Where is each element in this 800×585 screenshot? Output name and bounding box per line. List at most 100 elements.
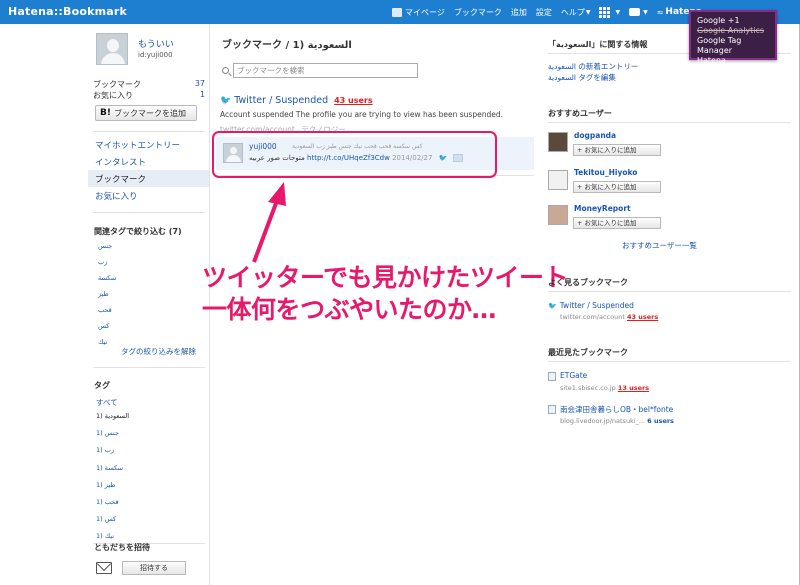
avatar[interactable] xyxy=(548,132,568,152)
divider xyxy=(548,361,791,362)
recent-bookmark-title[interactable]: ETGate xyxy=(560,371,587,380)
clear-tag-filter-link[interactable]: タグの絞り込みを解除 xyxy=(121,346,196,357)
avatar[interactable] xyxy=(548,205,568,225)
search-input[interactable] xyxy=(233,63,418,78)
dropdown-item-hatena[interactable]: Hatena xyxy=(697,56,769,66)
tags-heading: タグ xyxy=(94,381,110,390)
chevron-down-icon: ▼ xyxy=(615,8,621,16)
extension-dropdown: Google +1 Google Analytics Google Tag Ma… xyxy=(689,10,777,65)
notification-button[interactable]: ▼ xyxy=(629,8,648,16)
comment-tags[interactable]: كس سكسة قحب قحب نيك جنس طيز زب السعودية xyxy=(292,143,423,150)
add-favorite-button[interactable]: + お気に入りに追加 xyxy=(573,181,661,193)
stat-favorites: お気に入り 1 xyxy=(93,90,205,101)
related-tags-heading: 関連タグで絞り込む (7) xyxy=(94,227,182,236)
page-title: ブックマーク / 1) السعودية xyxy=(222,40,352,51)
related-tag[interactable]: زب xyxy=(98,258,107,266)
avatar[interactable] xyxy=(223,143,243,163)
hatena-b-icon: B! xyxy=(100,108,111,118)
apps-menu-button[interactable]: ▼ xyxy=(599,6,621,18)
tag-item[interactable]: 1) جنس xyxy=(96,429,119,437)
favicon-icon xyxy=(548,405,556,414)
recommended-user-name[interactable]: MoneyReport xyxy=(574,204,631,213)
nav-mypage[interactable]: マイページ xyxy=(392,7,445,18)
twitter-share-icon[interactable]: 🐦 xyxy=(439,154,448,162)
favicon-icon xyxy=(548,372,556,381)
grid-icon xyxy=(599,6,611,18)
username[interactable]: もういい xyxy=(138,37,174,50)
avatar[interactable] xyxy=(548,170,568,190)
user-id: id:yuji000 xyxy=(138,51,173,59)
annotation-text: ツイッターでも見かけたツイート 一体何をつぶやいたのか… xyxy=(202,263,569,324)
related-tag[interactable]: جنس xyxy=(98,242,112,250)
divider xyxy=(93,367,205,368)
invite-button[interactable]: 招待する xyxy=(122,561,186,575)
twitter-bird-icon: 🐦 xyxy=(548,302,557,310)
entry-title-link[interactable]: Twitter / Suspended xyxy=(234,95,328,106)
bookmark-comment-row: yuji000 كس سكسة قحب قحب نيك جنس طيز زب ا… xyxy=(216,137,534,170)
nav-bookmark-active[interactable]: ブックマーク xyxy=(88,170,209,187)
comment-icon[interactable] xyxy=(452,154,463,162)
related-info-heading: 「السعودية」に関する情報 xyxy=(548,40,648,49)
dropdown-item-google-tag-manager[interactable]: Google Tag Manager xyxy=(697,36,769,56)
top-nav: マイページ ブックマーク 追加 設定 ヘルプ ▼ ▼ ▼ ≈ Hatena xyxy=(392,0,711,24)
tag-item[interactable]: 1) طيز xyxy=(96,481,115,489)
divider xyxy=(548,122,791,123)
wifi-icon: ≈ xyxy=(656,7,664,17)
user-icon xyxy=(392,7,402,17)
tag-item[interactable]: 1) قحب xyxy=(96,498,118,506)
recent-bookmarks-heading: 最近見たブックマーク xyxy=(548,348,628,357)
related-tag[interactable]: نيك xyxy=(98,338,107,346)
recommended-users-heading: おすすめユーザー xyxy=(548,109,612,118)
site-logo[interactable]: Hatena::Bookmark xyxy=(8,5,127,18)
invite-heading: ともだちを招待 xyxy=(94,543,150,552)
bookmark-count[interactable]: 37 xyxy=(195,79,205,90)
tag-item[interactable]: 1) نيك xyxy=(96,532,114,540)
annotation-arrow xyxy=(252,182,286,263)
comment-username[interactable]: yuji000 xyxy=(249,142,277,151)
frequent-bookmark-meta: twitter.com/account 43 users xyxy=(560,313,659,321)
dropdown-item-google-analytics[interactable]: Google Analytics xyxy=(697,26,769,36)
entry-category[interactable]: テクノロジー xyxy=(301,125,346,134)
favorites-count[interactable]: 1 xyxy=(200,90,205,101)
related-tag[interactable]: سكسة xyxy=(98,274,116,282)
recommended-user-name[interactable]: Tekitou_Hiyoko xyxy=(574,168,637,177)
tag-all-link[interactable]: すべて xyxy=(96,397,118,408)
dropdown-item-google-plus[interactable]: Google +1 xyxy=(697,16,769,26)
add-favorite-button[interactable]: + お気に入りに追加 xyxy=(573,144,661,156)
add-bookmark-button[interactable]: B! ブックマークを追加 xyxy=(95,105,197,121)
recent-bookmark-title[interactable]: 南会津田舎暮らしOB・bel*fonte xyxy=(560,404,673,415)
add-favorite-button[interactable]: + お気に入りに追加 xyxy=(573,217,661,229)
entry-description: Account suspended The profile you are tr… xyxy=(220,110,503,119)
avatar[interactable] xyxy=(96,33,128,65)
nav-settings[interactable]: 設定 xyxy=(536,7,552,18)
new-entries-link[interactable]: السعودية の新着エントリー xyxy=(548,61,638,72)
related-tag[interactable]: قحب xyxy=(98,306,112,314)
related-tag[interactable]: طيز xyxy=(98,290,109,298)
tag-item[interactable]: 1) كس xyxy=(96,515,116,523)
edit-tag-link[interactable]: السعودية タグを編集 xyxy=(548,72,616,83)
divider xyxy=(548,291,791,292)
frequent-bookmark-item[interactable]: 🐦 Twitter / Suspended xyxy=(548,301,634,310)
chevron-down-icon: ▼ xyxy=(585,8,591,16)
comment-link[interactable]: http://t.co/UHqeZf3Cdw xyxy=(307,154,390,162)
nav-add[interactable]: 追加 xyxy=(511,7,527,18)
twitter-bird-icon: 🐦 xyxy=(220,95,232,106)
comment-date: 2014/02/27 xyxy=(392,154,433,162)
recommended-user-name[interactable]: dogpanda xyxy=(574,131,616,140)
nav-bookmark[interactable]: ブックマーク xyxy=(454,7,502,18)
nav-favorites[interactable]: お気に入り xyxy=(88,187,209,204)
nav-my-hot-entry[interactable]: マイホットエントリー xyxy=(88,136,209,153)
tag-item[interactable]: 1) زب xyxy=(96,446,114,454)
search-icon xyxy=(222,67,229,74)
tag-item[interactable]: 1) سكسة xyxy=(96,464,123,472)
speech-bubble-icon xyxy=(629,8,641,16)
entry-title-row: 🐦 Twitter / Suspended 43 users xyxy=(220,95,373,106)
related-tag[interactable]: كس xyxy=(98,322,109,330)
recommended-users-more-link[interactable]: おすすめユーザー一覧 xyxy=(622,240,697,251)
tag-item[interactable]: 1) السعودية xyxy=(96,412,129,420)
nav-help[interactable]: ヘルプ ▼ xyxy=(561,7,591,18)
stat-bookmarks: ブックマーク 37 xyxy=(93,79,205,90)
nav-interest[interactable]: インタレスト xyxy=(88,153,209,170)
top-bar: Hatena::Bookmark マイページ ブックマーク 追加 設定 ヘルプ ▼… xyxy=(0,0,800,24)
entry-users-count[interactable]: 43 users xyxy=(334,96,373,105)
